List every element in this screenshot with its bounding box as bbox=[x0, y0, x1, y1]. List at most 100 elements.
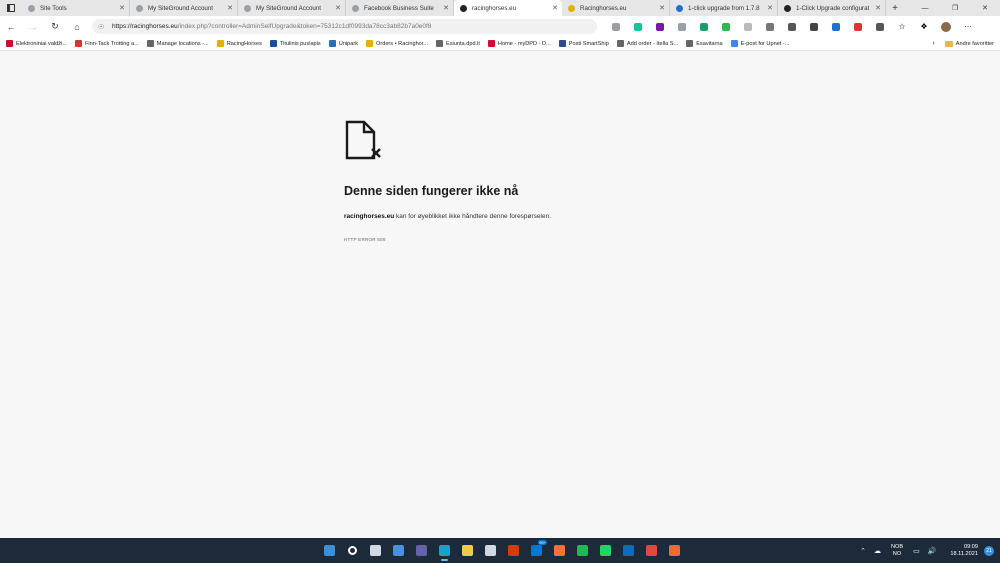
taskbar-teams-chat-icon[interactable] bbox=[410, 538, 433, 563]
tab-label: racinghorses.eu bbox=[472, 4, 517, 12]
ext-8-icon[interactable] bbox=[759, 16, 781, 37]
tab-5[interactable]: Racinghorses.eu ✕ bbox=[562, 0, 670, 16]
bookmark-favicon-icon bbox=[436, 40, 444, 47]
site-info-icon[interactable]: ☉ bbox=[98, 23, 108, 31]
taskbar-skype-icon[interactable]: 99+ bbox=[525, 538, 548, 563]
taskbar-firefox-icon[interactable] bbox=[548, 538, 571, 563]
notification-badge[interactable]: 21 bbox=[984, 545, 994, 556]
tab-close-icon[interactable]: ✕ bbox=[552, 4, 558, 12]
more-menu-icon[interactable]: ⋯ bbox=[957, 16, 979, 37]
home-button[interactable]: ⌂ bbox=[66, 16, 88, 37]
bookmark-7[interactable]: Esiunta.dpd.lt bbox=[436, 40, 480, 47]
tab-favicon-icon bbox=[136, 4, 143, 12]
bookmark-favicon-icon bbox=[75, 40, 82, 47]
tab-favicon-icon bbox=[244, 4, 251, 12]
tab-close-icon[interactable]: ✕ bbox=[443, 4, 449, 12]
bookmark-4[interactable]: Titulinis puslapis bbox=[269, 40, 321, 47]
forward-button[interactable]: → bbox=[22, 16, 44, 37]
bookmark-1[interactable]: Finn-Tack Trotting a... bbox=[75, 40, 139, 47]
extensions-bar bbox=[605, 16, 891, 37]
tab-label: My SiteGround Account bbox=[148, 4, 214, 12]
bookmark-favicon-icon bbox=[328, 40, 336, 47]
bookmark-label: Add order - Itella S... bbox=[626, 40, 679, 47]
ext-11-icon[interactable] bbox=[825, 16, 847, 37]
bookmark-6[interactable]: Orders • Racinghor... bbox=[366, 40, 428, 47]
ext-9-icon[interactable] bbox=[781, 16, 803, 37]
ext-10-icon[interactable] bbox=[803, 16, 825, 37]
collections-icon[interactable]: ❖ bbox=[913, 16, 935, 37]
taskbar-spotify-icon[interactable] bbox=[571, 538, 594, 563]
tab-label: Facebook Business Suite bbox=[364, 4, 434, 12]
tab-1[interactable]: My SiteGround Account ✕ bbox=[130, 0, 238, 16]
taskbar: 99+ ⌃ ☁ NOB NO ▭ 🔊 09:09 18.11.2021 21 bbox=[0, 538, 1000, 563]
ext-7-icon[interactable] bbox=[737, 16, 759, 37]
taskbar-widgets-icon[interactable] bbox=[387, 538, 410, 563]
bookmark-10[interactable]: Add order - Itella S... bbox=[616, 40, 679, 47]
cloud-icon[interactable]: ☁ bbox=[874, 547, 881, 555]
favorites-star-icon[interactable]: ☆ bbox=[891, 16, 913, 37]
tab-close-icon[interactable]: ✕ bbox=[335, 4, 341, 12]
taskbar-file-explorer-icon[interactable] bbox=[456, 538, 479, 563]
broken-page-icon bbox=[345, 120, 381, 160]
onenote-icon[interactable] bbox=[649, 16, 671, 37]
taskbar-edge-icon[interactable] bbox=[433, 538, 456, 563]
tab-close-icon[interactable]: ✕ bbox=[767, 4, 773, 12]
taskbar-app-icon[interactable] bbox=[663, 538, 686, 563]
tab-actions-icon[interactable] bbox=[0, 0, 22, 16]
bookmark-0[interactable]: Elektroniniai valdži... bbox=[6, 40, 67, 47]
tab-4[interactable]: racinghorses.eu ✕ bbox=[454, 0, 562, 16]
chevron-up-icon[interactable]: ⌃ bbox=[860, 547, 866, 555]
tab-6[interactable]: 1-click upgrade from 1.7.8 ✕ bbox=[670, 0, 778, 16]
address-bar[interactable]: ☉ https://racinghorses.eu/index.php?cont… bbox=[92, 19, 597, 34]
bookmark-9[interactable]: Posti SmartShip bbox=[558, 40, 609, 47]
taskbar-start-icon[interactable] bbox=[318, 538, 341, 563]
taskbar-outlook-icon[interactable] bbox=[617, 538, 640, 563]
taskbar-task-view-icon[interactable] bbox=[364, 538, 387, 563]
taskbar-search-icon[interactable] bbox=[341, 538, 364, 563]
new-tab-button[interactable]: + bbox=[886, 0, 904, 16]
bookmark-11[interactable]: Esavitarna bbox=[686, 40, 723, 47]
ext-6-icon[interactable] bbox=[715, 16, 737, 37]
back-button[interactable]: ← bbox=[0, 16, 22, 37]
tab-close-icon[interactable]: ✕ bbox=[875, 4, 881, 12]
bookmark-favicon-icon bbox=[730, 40, 738, 47]
profile-avatar[interactable] bbox=[935, 16, 957, 37]
clock[interactable]: 09:09 18.11.2021 bbox=[950, 544, 978, 558]
ext-1-icon[interactable] bbox=[605, 16, 627, 37]
bookmark-favicon-icon bbox=[216, 40, 224, 47]
bookmark-2[interactable]: Manage locations -... bbox=[146, 40, 209, 47]
tab-close-icon[interactable]: ✕ bbox=[119, 4, 125, 12]
tab-7[interactable]: 1-Click Upgrade configurat ✕ bbox=[778, 0, 886, 16]
tab-0[interactable]: Site Tools ✕ bbox=[22, 0, 130, 16]
taskbar-office-icon[interactable] bbox=[502, 538, 525, 563]
chevron-right-icon[interactable]: › bbox=[932, 40, 934, 47]
bookmark-12[interactable]: E-post for Upnet -... bbox=[730, 40, 789, 47]
maximize-icon[interactable]: ❐ bbox=[940, 0, 970, 16]
error-host: racinghorses.eu bbox=[344, 213, 395, 220]
tab-favicon-icon bbox=[460, 4, 467, 12]
ext-12-icon[interactable] bbox=[847, 16, 869, 37]
taskbar-whatsapp-icon[interactable] bbox=[594, 538, 617, 563]
other-favorites[interactable]: Andre favoritter bbox=[944, 40, 994, 47]
close-window-icon[interactable]: ✕ bbox=[970, 0, 1000, 16]
ext-5-icon[interactable] bbox=[693, 16, 715, 37]
bookmark-3[interactable]: RacingHorses bbox=[216, 40, 262, 47]
error-code: HTTP ERROR 500 bbox=[344, 237, 386, 242]
grammarly-icon[interactable] bbox=[627, 16, 649, 37]
taskbar-store-icon[interactable] bbox=[479, 538, 502, 563]
taskbar-chrome-icon[interactable] bbox=[640, 538, 663, 563]
language-indicator[interactable]: NOB NO bbox=[891, 544, 903, 558]
bookmark-5[interactable]: Unipark bbox=[328, 40, 358, 47]
ext-4-icon[interactable] bbox=[671, 16, 693, 37]
display-icon[interactable]: ▭ bbox=[913, 547, 920, 555]
minimize-icon[interactable]: — bbox=[910, 0, 940, 16]
volume-icon[interactable]: 🔊 bbox=[928, 547, 937, 555]
tab-2[interactable]: My SiteGround Account ✕ bbox=[238, 0, 346, 16]
tab-close-icon[interactable]: ✕ bbox=[227, 4, 233, 12]
tab-close-icon[interactable]: ✕ bbox=[659, 4, 665, 12]
bookmark-8[interactable]: Home - myDPD - D... bbox=[487, 40, 551, 47]
bookmark-label: Esavitarna bbox=[696, 40, 723, 47]
tab-3[interactable]: Facebook Business Suite ✕ bbox=[346, 0, 454, 16]
reload-button[interactable]: ↻ bbox=[44, 16, 66, 37]
ext-13-icon[interactable] bbox=[869, 16, 891, 37]
